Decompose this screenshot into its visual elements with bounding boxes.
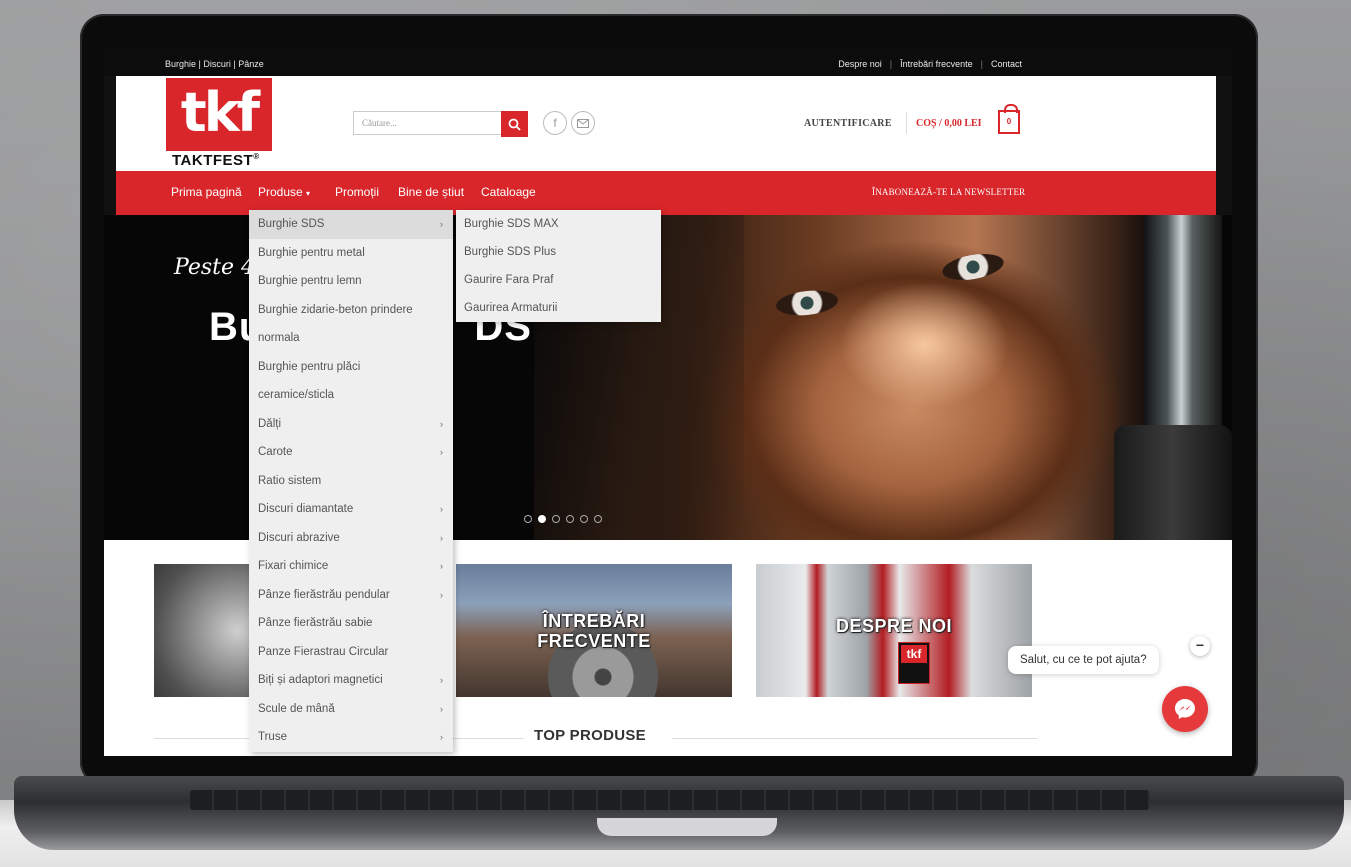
menu-item[interactable]: Fixari chimice › (249, 552, 453, 581)
nav-item-produse[interactable]: Produse ▾ (258, 185, 310, 199)
submenu-item[interactable]: Gaurirea Armaturii (456, 294, 661, 322)
menu-item[interactable]: Dălți › (249, 410, 453, 439)
social-links: f (543, 111, 595, 135)
menu-item[interactable]: Burghie pentru plăci (249, 353, 453, 382)
cart-bag-icon[interactable]: 0 (998, 104, 1020, 134)
menu-item[interactable]: Carote › (249, 438, 453, 467)
nav-item-home[interactable]: Prima pagină (171, 185, 242, 199)
menu-item[interactable]: Panze Fierastrau Circular (249, 638, 453, 667)
chevron-right-icon: › (440, 561, 443, 571)
slider-dot[interactable] (524, 515, 532, 523)
newsletter-link[interactable]: ÎNABONEAZĂ-TE LA NEWSLETTER (872, 187, 1025, 197)
laptop-keyboard (190, 790, 1150, 810)
promo-card-about[interactable]: DESPRE NOI tkf (756, 564, 1032, 697)
messenger-chat-button[interactable] (1162, 686, 1208, 732)
site-header: tkf TAKTFEST® Căutare... f AUTENTIFICARE… (116, 76, 1216, 171)
topbar-right-links: Despre noi | Întrebări frecvente | Conta… (838, 59, 1022, 69)
sds-submenu: Burghie SDS MAX Burghie SDS Plus Gaurire… (456, 210, 661, 322)
menu-item[interactable]: Burghie pentru metal (249, 239, 453, 268)
chat-greeting[interactable]: Salut, cu ce te pot ajuta? (1008, 646, 1159, 674)
promo-card-faq[interactable]: ÎNTREBĂRI FRECVENTE (456, 564, 732, 697)
chevron-right-icon: › (440, 532, 443, 543)
promo-card-label: DESPRE NOI (835, 615, 953, 636)
section-divider (672, 738, 1037, 739)
menu-item[interactable]: Discuri abrazive › (249, 524, 453, 553)
chevron-right-icon: › (440, 589, 443, 600)
chevron-right-icon: › (440, 447, 443, 457)
laptop-notch (597, 818, 777, 836)
chevron-right-icon: › (440, 703, 443, 714)
chevron-down-icon: ▾ (306, 189, 311, 198)
menu-item-burghie-sds[interactable]: Burghie SDS › (249, 210, 453, 239)
storefront-logo: tkf (898, 642, 930, 684)
chevron-right-icon: › (440, 418, 443, 429)
site-logo[interactable]: tkf TAKTFEST® (166, 78, 272, 170)
topbar-product-links[interactable]: Burghie | Discuri | Pânze (165, 59, 264, 69)
submenu-item[interactable]: Gaurire Fara Praf (456, 266, 661, 294)
search-form: Căutare... (353, 111, 528, 137)
search-button[interactable] (501, 111, 528, 137)
menu-item[interactable]: Discuri diamantate › (249, 495, 453, 524)
chevron-right-icon: › (440, 504, 443, 514)
products-dropdown: Burghie SDS › Burghie pentru metal Burghi… (249, 210, 453, 752)
menu-item[interactable]: Ratio sistem (249, 467, 453, 496)
menu-item[interactable]: Biți și adaptori magnetici › (249, 666, 453, 695)
logo-wordmark: TAKTFEST® (172, 152, 260, 169)
slider-dot-active[interactable] (538, 515, 546, 523)
promo-card-label: ÎNTREBĂRI FRECVENTE (537, 610, 651, 651)
slider-dot[interactable] (566, 515, 574, 523)
menu-item[interactable]: Pânze fierăstrău pendular › (249, 581, 453, 610)
laptop-base (14, 776, 1344, 850)
logo-mark: tkf (166, 78, 272, 151)
header-divider (906, 112, 907, 134)
nav-item-promotii[interactable]: Promoții (335, 185, 379, 199)
topbar-link-contact[interactable]: Contact (991, 59, 1022, 69)
chat-minimize-button[interactable]: − (1190, 636, 1210, 656)
search-icon (508, 118, 521, 131)
nav-item-bine-de-stiut[interactable]: Bine de știut (398, 185, 464, 199)
topbar-divider: | (980, 59, 983, 69)
cart-link[interactable]: COȘ / 0,00 LEI (916, 118, 982, 129)
topbar-link-intrebari[interactable]: Întrebări frecvente (900, 59, 973, 69)
top-bar: Burghie | Discuri | Pânze Despre noi | Î… (104, 44, 1232, 76)
menu-item[interactable]: normala (249, 324, 453, 353)
submenu-item[interactable]: Burghie SDS MAX (456, 210, 661, 238)
topbar-link-despre[interactable]: Despre noi (838, 59, 882, 69)
messenger-icon (1175, 699, 1195, 719)
cart-count: 0 (1006, 117, 1012, 126)
submenu-item[interactable]: Burghie SDS Plus (456, 238, 661, 266)
menu-item[interactable]: Truse › (249, 723, 453, 752)
menu-item[interactable]: Scule de mână › (249, 695, 453, 724)
section-title: TOP PRODUSE (534, 727, 646, 744)
menu-item[interactable]: Burghie zidarie-beton prindere (249, 296, 453, 325)
slider-dot[interactable] (580, 515, 588, 523)
slider-dot[interactable] (552, 515, 560, 523)
hero-drill-chuck (1114, 425, 1232, 540)
chevron-right-icon: › (440, 675, 443, 685)
slider-dot[interactable] (594, 515, 602, 523)
menu-item[interactable]: Pânze fierăstrău sabie (249, 609, 453, 638)
mail-icon[interactable] (571, 111, 595, 135)
laptop-screen: Burghie | Discuri | Pânze Despre noi | Î… (104, 44, 1232, 756)
menu-item[interactable]: ceramice/sticla (249, 381, 453, 410)
chevron-right-icon: › (440, 219, 443, 229)
menu-item[interactable]: Burghie pentru lemn (249, 267, 453, 296)
main-nav: Prima pagină Produse ▾ Promoții Bine de … (116, 171, 1216, 215)
slider-dots (524, 515, 602, 523)
chevron-right-icon: › (440, 732, 443, 742)
facebook-icon[interactable]: f (543, 111, 567, 135)
topbar-divider: | (889, 59, 893, 69)
login-link[interactable]: AUTENTIFICARE (804, 118, 892, 129)
search-input[interactable]: Căutare... (353, 111, 501, 135)
nav-item-cataloage[interactable]: Cataloage (481, 185, 536, 199)
